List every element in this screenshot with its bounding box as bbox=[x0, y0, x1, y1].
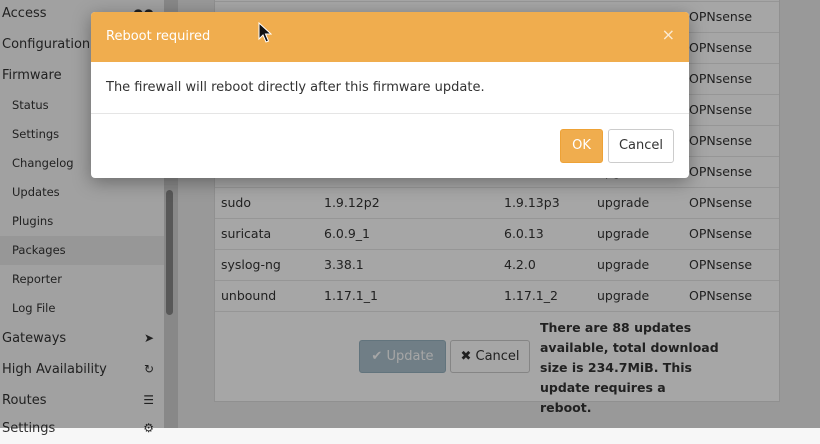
ok-button[interactable]: OK bbox=[560, 129, 603, 163]
cancel-button[interactable]: Cancel bbox=[608, 129, 674, 163]
dialog-message: The firewall will reboot directly after … bbox=[106, 80, 485, 95]
dialog-title: Reboot required bbox=[106, 29, 211, 44]
dialog-header: Reboot required × bbox=[91, 12, 689, 62]
dialog-body: The firewall will reboot directly after … bbox=[91, 62, 689, 114]
close-icon[interactable]: × bbox=[662, 12, 675, 58]
mouse-cursor-icon bbox=[258, 22, 272, 43]
reboot-dialog: Reboot required × The firewall will rebo… bbox=[91, 12, 689, 178]
